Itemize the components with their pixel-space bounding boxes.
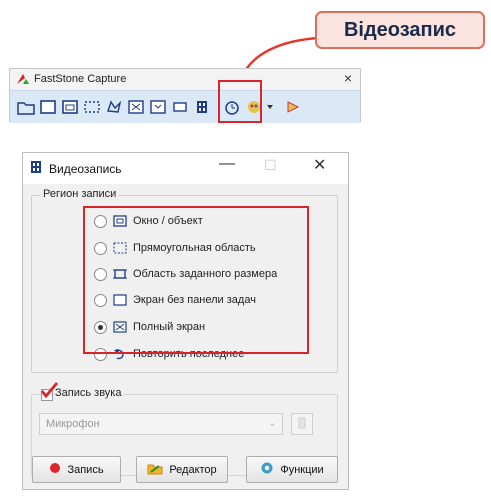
screen-recorder-icon[interactable]	[192, 98, 211, 117]
editor-button-label: Редактор	[169, 463, 217, 476]
editor-icon	[147, 461, 163, 478]
sound-source-select: Микрофон ⌄	[39, 413, 283, 435]
callout-text: Відеозапис	[343, 18, 457, 41]
functions-button-label: Функции	[280, 463, 324, 476]
scrolling-window-icon[interactable]	[148, 98, 167, 117]
faststone-close-button[interactable]: ×	[344, 70, 352, 86]
faststone-toolbar	[10, 90, 360, 123]
functions-button[interactable]: Функции	[246, 456, 338, 483]
screen-recorder-icon	[29, 160, 43, 177]
editor-button[interactable]: Редактор	[136, 456, 228, 483]
callout-label: Відеозапис	[315, 11, 485, 49]
faststone-title-bar: FastStone Capture	[16, 73, 126, 85]
recorder-highlight-box	[218, 80, 262, 123]
faststone-toolbar-window: FastStone Capture ×	[9, 68, 361, 123]
window-object-icon[interactable]	[60, 98, 79, 117]
sound-source-value: Микрофон	[46, 418, 100, 430]
options-highlight-box	[83, 206, 309, 354]
chevron-down-icon: ⌄	[267, 417, 277, 429]
dialog-title-bar: Видеозапись	[29, 160, 122, 177]
settings-icon[interactable]	[283, 98, 302, 117]
open-folder-icon[interactable]	[16, 98, 35, 117]
dialog-title: Видеозапись	[49, 161, 122, 176]
minimize-button[interactable]: —	[219, 155, 235, 173]
faststone-title: FastStone Capture	[34, 73, 127, 85]
faststone-logo-icon	[16, 73, 30, 85]
dialog-body: Регион записи Окно / объект Прямоугольна…	[23, 184, 348, 489]
region-group-label: Регион записи	[40, 188, 120, 200]
record-button[interactable]: Запись	[32, 456, 121, 483]
gear-icon	[260, 461, 274, 478]
video-recording-dialog: Видеозапись — ☐ ✕ Регион записи Окно / о…	[22, 152, 349, 490]
rectangular-region-icon[interactable]	[82, 98, 101, 117]
sound-group-label: Запись звука	[55, 387, 125, 399]
close-button[interactable]: ✕	[313, 155, 326, 175]
active-window-icon[interactable]	[38, 98, 57, 117]
record-button-label: Запись	[67, 463, 104, 476]
freehand-region-icon[interactable]	[104, 98, 123, 117]
maximize-button: ☐	[264, 157, 277, 173]
fixed-region-icon[interactable]	[170, 98, 189, 117]
dropdown-arrow-icon[interactable]	[266, 98, 274, 117]
fullscreen-icon[interactable]	[126, 98, 145, 117]
record-icon	[49, 462, 61, 477]
microphone-settings-button	[291, 413, 313, 435]
